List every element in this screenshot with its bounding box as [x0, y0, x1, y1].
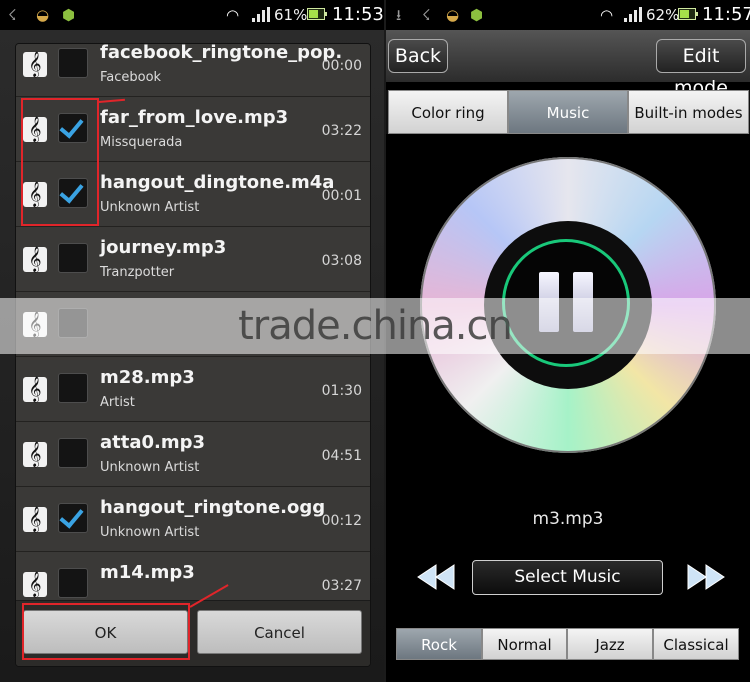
clock: 11:57: [702, 4, 750, 25]
cancel-button[interactable]: Cancel: [197, 610, 362, 654]
song-checkbox[interactable]: [58, 503, 88, 533]
song-artist: Unknown Artist: [100, 200, 200, 215]
eq-classical[interactable]: Classical: [653, 628, 739, 660]
music-note-icon: 𝄞: [23, 247, 47, 272]
song-duration: 01:30: [321, 383, 362, 399]
fast-forward-icon[interactable]: [686, 563, 726, 591]
status-bar: ☇ ◒ ⬢ ◠ 61% 11:53: [0, 0, 384, 30]
song-title: far_from_love.mp3: [100, 107, 289, 128]
song-title: hangout_dingtone.m4a: [100, 172, 335, 193]
song-title: m28.mp3: [100, 367, 195, 388]
song-checkbox[interactable]: [58, 568, 88, 598]
song-title: facebook_ringtone_pop.: [100, 44, 343, 63]
tab-music[interactable]: Music: [508, 90, 628, 134]
rewind-icon[interactable]: [416, 563, 456, 591]
tab-color-ring[interactable]: Color ring: [388, 90, 508, 134]
wifi-icon: ◠: [226, 6, 240, 24]
eq-rock[interactable]: Rock: [396, 628, 482, 660]
notification-icon: ◒: [36, 6, 50, 24]
battery-icon: [307, 8, 327, 20]
song-duration: 00:00: [321, 58, 362, 74]
song-title: m14.mp3: [100, 562, 195, 583]
eq-normal[interactable]: Normal: [482, 628, 567, 660]
watermark-text: trade.china.cn: [238, 303, 513, 349]
equalizer-modes: Rock Normal Jazz Classical: [396, 628, 739, 660]
song-checkbox[interactable]: [58, 373, 88, 403]
list-item[interactable]: 𝄞 m14.mp3 03:27: [16, 553, 370, 600]
list-item[interactable]: 𝄞 m28.mp3 Artist 01:30: [16, 358, 370, 422]
eq-jazz[interactable]: Jazz: [567, 628, 653, 660]
edit-mode-button[interactable]: Edit mode: [656, 39, 746, 99]
status-bar: ⭳ ☇ ◒ ⬢ ◠ 62% 11:57: [386, 0, 750, 30]
usb-icon: ☇: [8, 6, 17, 24]
song-artist: Artist: [100, 395, 135, 410]
song-artist: Missquerada: [100, 135, 183, 150]
highlight-ok: [22, 603, 190, 660]
music-note-icon: 𝄞: [23, 507, 47, 532]
mode-tabs: Color ring Music Built-in modes: [386, 90, 750, 134]
title-bar: Back Edit mode: [386, 30, 750, 99]
signal-icon: [624, 7, 642, 22]
battery-icon: [678, 8, 698, 20]
now-playing-title: m3.mp3: [532, 509, 604, 529]
highlight-checkboxes: [21, 98, 99, 226]
wifi-icon: ◠: [600, 6, 614, 24]
android-icon: ⬢: [62, 6, 76, 24]
song-artist: Facebook: [100, 70, 162, 85]
battery-percent: 62%: [646, 6, 680, 24]
song-checkbox[interactable]: [58, 438, 88, 468]
song-artist: Unknown Artist: [100, 460, 200, 475]
song-duration: 03:08: [321, 253, 362, 269]
list-item[interactable]: 𝄞 facebook_ringtone_pop. Facebook 00:00: [16, 44, 370, 97]
back-button[interactable]: Back: [388, 39, 448, 73]
battery-percent: 61%: [274, 6, 308, 24]
song-title: journey.mp3: [100, 237, 227, 258]
song-duration: 04:51: [321, 448, 362, 464]
android-icon: ⬢: [470, 6, 484, 24]
song-artist: Unknown Artist: [100, 525, 200, 540]
signal-icon: [252, 7, 270, 22]
usb-icon: ☇: [422, 6, 431, 24]
select-music-button[interactable]: Select Music: [472, 560, 663, 595]
song-duration: 00:01: [321, 188, 362, 204]
download-icon: ⭳: [396, 6, 402, 24]
song-title: hangout_ringtone.ogg: [100, 497, 326, 518]
notification-icon: ◒: [446, 6, 460, 24]
music-note-icon: 𝄞: [23, 572, 47, 597]
song-duration: 00:12: [321, 513, 362, 529]
song-title: atta0.mp3: [100, 432, 206, 453]
song-artist: Tranzpotter: [100, 265, 175, 280]
music-note-icon: 𝄞: [23, 377, 47, 402]
clock: 11:53: [332, 4, 384, 25]
list-item[interactable]: 𝄞 hangout_ringtone.ogg Unknown Artist 00…: [16, 488, 370, 552]
list-item[interactable]: 𝄞 journey.mp3 Tranzpotter 03:08: [16, 228, 370, 292]
watermark-band: trade.china.cn: [0, 298, 750, 354]
list-item[interactable]: 𝄞 atta0.mp3 Unknown Artist 04:51: [16, 423, 370, 487]
song-checkbox[interactable]: [58, 243, 88, 273]
tab-built-in-modes[interactable]: Built-in modes: [628, 90, 749, 134]
song-checkbox[interactable]: [58, 48, 88, 78]
song-duration: 03:22: [321, 123, 362, 139]
song-duration: 03:27: [321, 578, 362, 594]
music-note-icon: 𝄞: [23, 52, 47, 77]
music-note-icon: 𝄞: [23, 442, 47, 467]
